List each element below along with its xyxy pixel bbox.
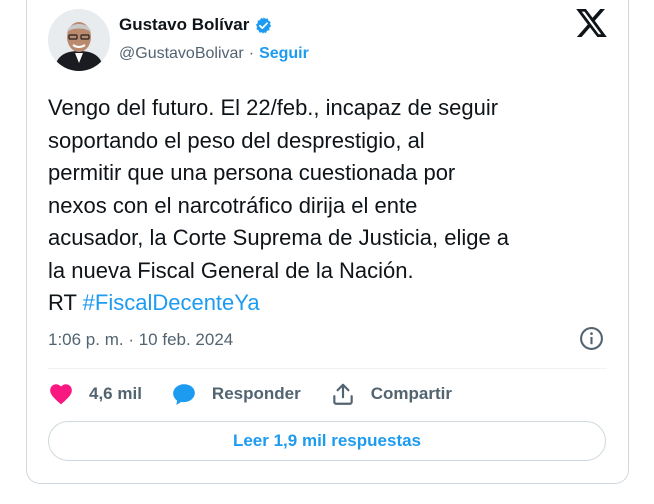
action-bar: 4,6 mil Responder Compartir bbox=[48, 378, 481, 410]
timestamp-separator: · bbox=[123, 330, 139, 349]
handle-separator: · bbox=[248, 45, 255, 62]
reply-label: Responder bbox=[211, 384, 301, 403]
tweet-card: Gustavo Bolívar @GustavoBolivar · Seguir… bbox=[26, 0, 629, 484]
author-handle[interactable]: @GustavoBolivar bbox=[119, 45, 244, 63]
divider bbox=[48, 368, 607, 369]
info-icon[interactable] bbox=[579, 326, 604, 351]
hashtag-link[interactable]: #FiscalDecenteYa bbox=[83, 290, 260, 315]
tweet-text: Vengo del futuro. El 22/feb., incapaz de… bbox=[48, 92, 608, 320]
share-label: Compartir bbox=[370, 384, 452, 403]
tweet-timestamp[interactable]: 1:06 p. m. · 10 feb. 2024 bbox=[48, 330, 233, 350]
heart-icon bbox=[50, 384, 72, 405]
read-replies-button[interactable]: Leer 1,9 mil respuestas bbox=[48, 421, 606, 461]
like-button[interactable]: 4,6 mil bbox=[48, 381, 142, 407]
avatar-image bbox=[48, 9, 110, 71]
tweet-date: 10 feb. 2024 bbox=[138, 330, 234, 349]
share-icon bbox=[332, 383, 353, 405]
author-name-row: Gustavo Bolívar bbox=[119, 14, 273, 36]
tweet-time: 1:06 p. m. bbox=[48, 330, 124, 349]
share-button[interactable]: Compartir bbox=[330, 381, 452, 407]
follow-button[interactable]: Seguir bbox=[259, 45, 309, 63]
x-logo-icon[interactable] bbox=[576, 9, 607, 37]
author-name[interactable]: Gustavo Bolívar bbox=[119, 15, 249, 35]
reply-bubble-icon bbox=[173, 384, 195, 405]
reply-button[interactable]: Responder bbox=[171, 381, 301, 407]
verified-badge-icon bbox=[256, 16, 272, 34]
likes-count: 4,6 mil bbox=[89, 384, 142, 403]
avatar[interactable] bbox=[48, 9, 110, 71]
author-handle-row: @GustavoBolivar · Seguir bbox=[119, 45, 309, 63]
tweet-body: Vengo del futuro. El 22/feb., incapaz de… bbox=[48, 95, 510, 315]
